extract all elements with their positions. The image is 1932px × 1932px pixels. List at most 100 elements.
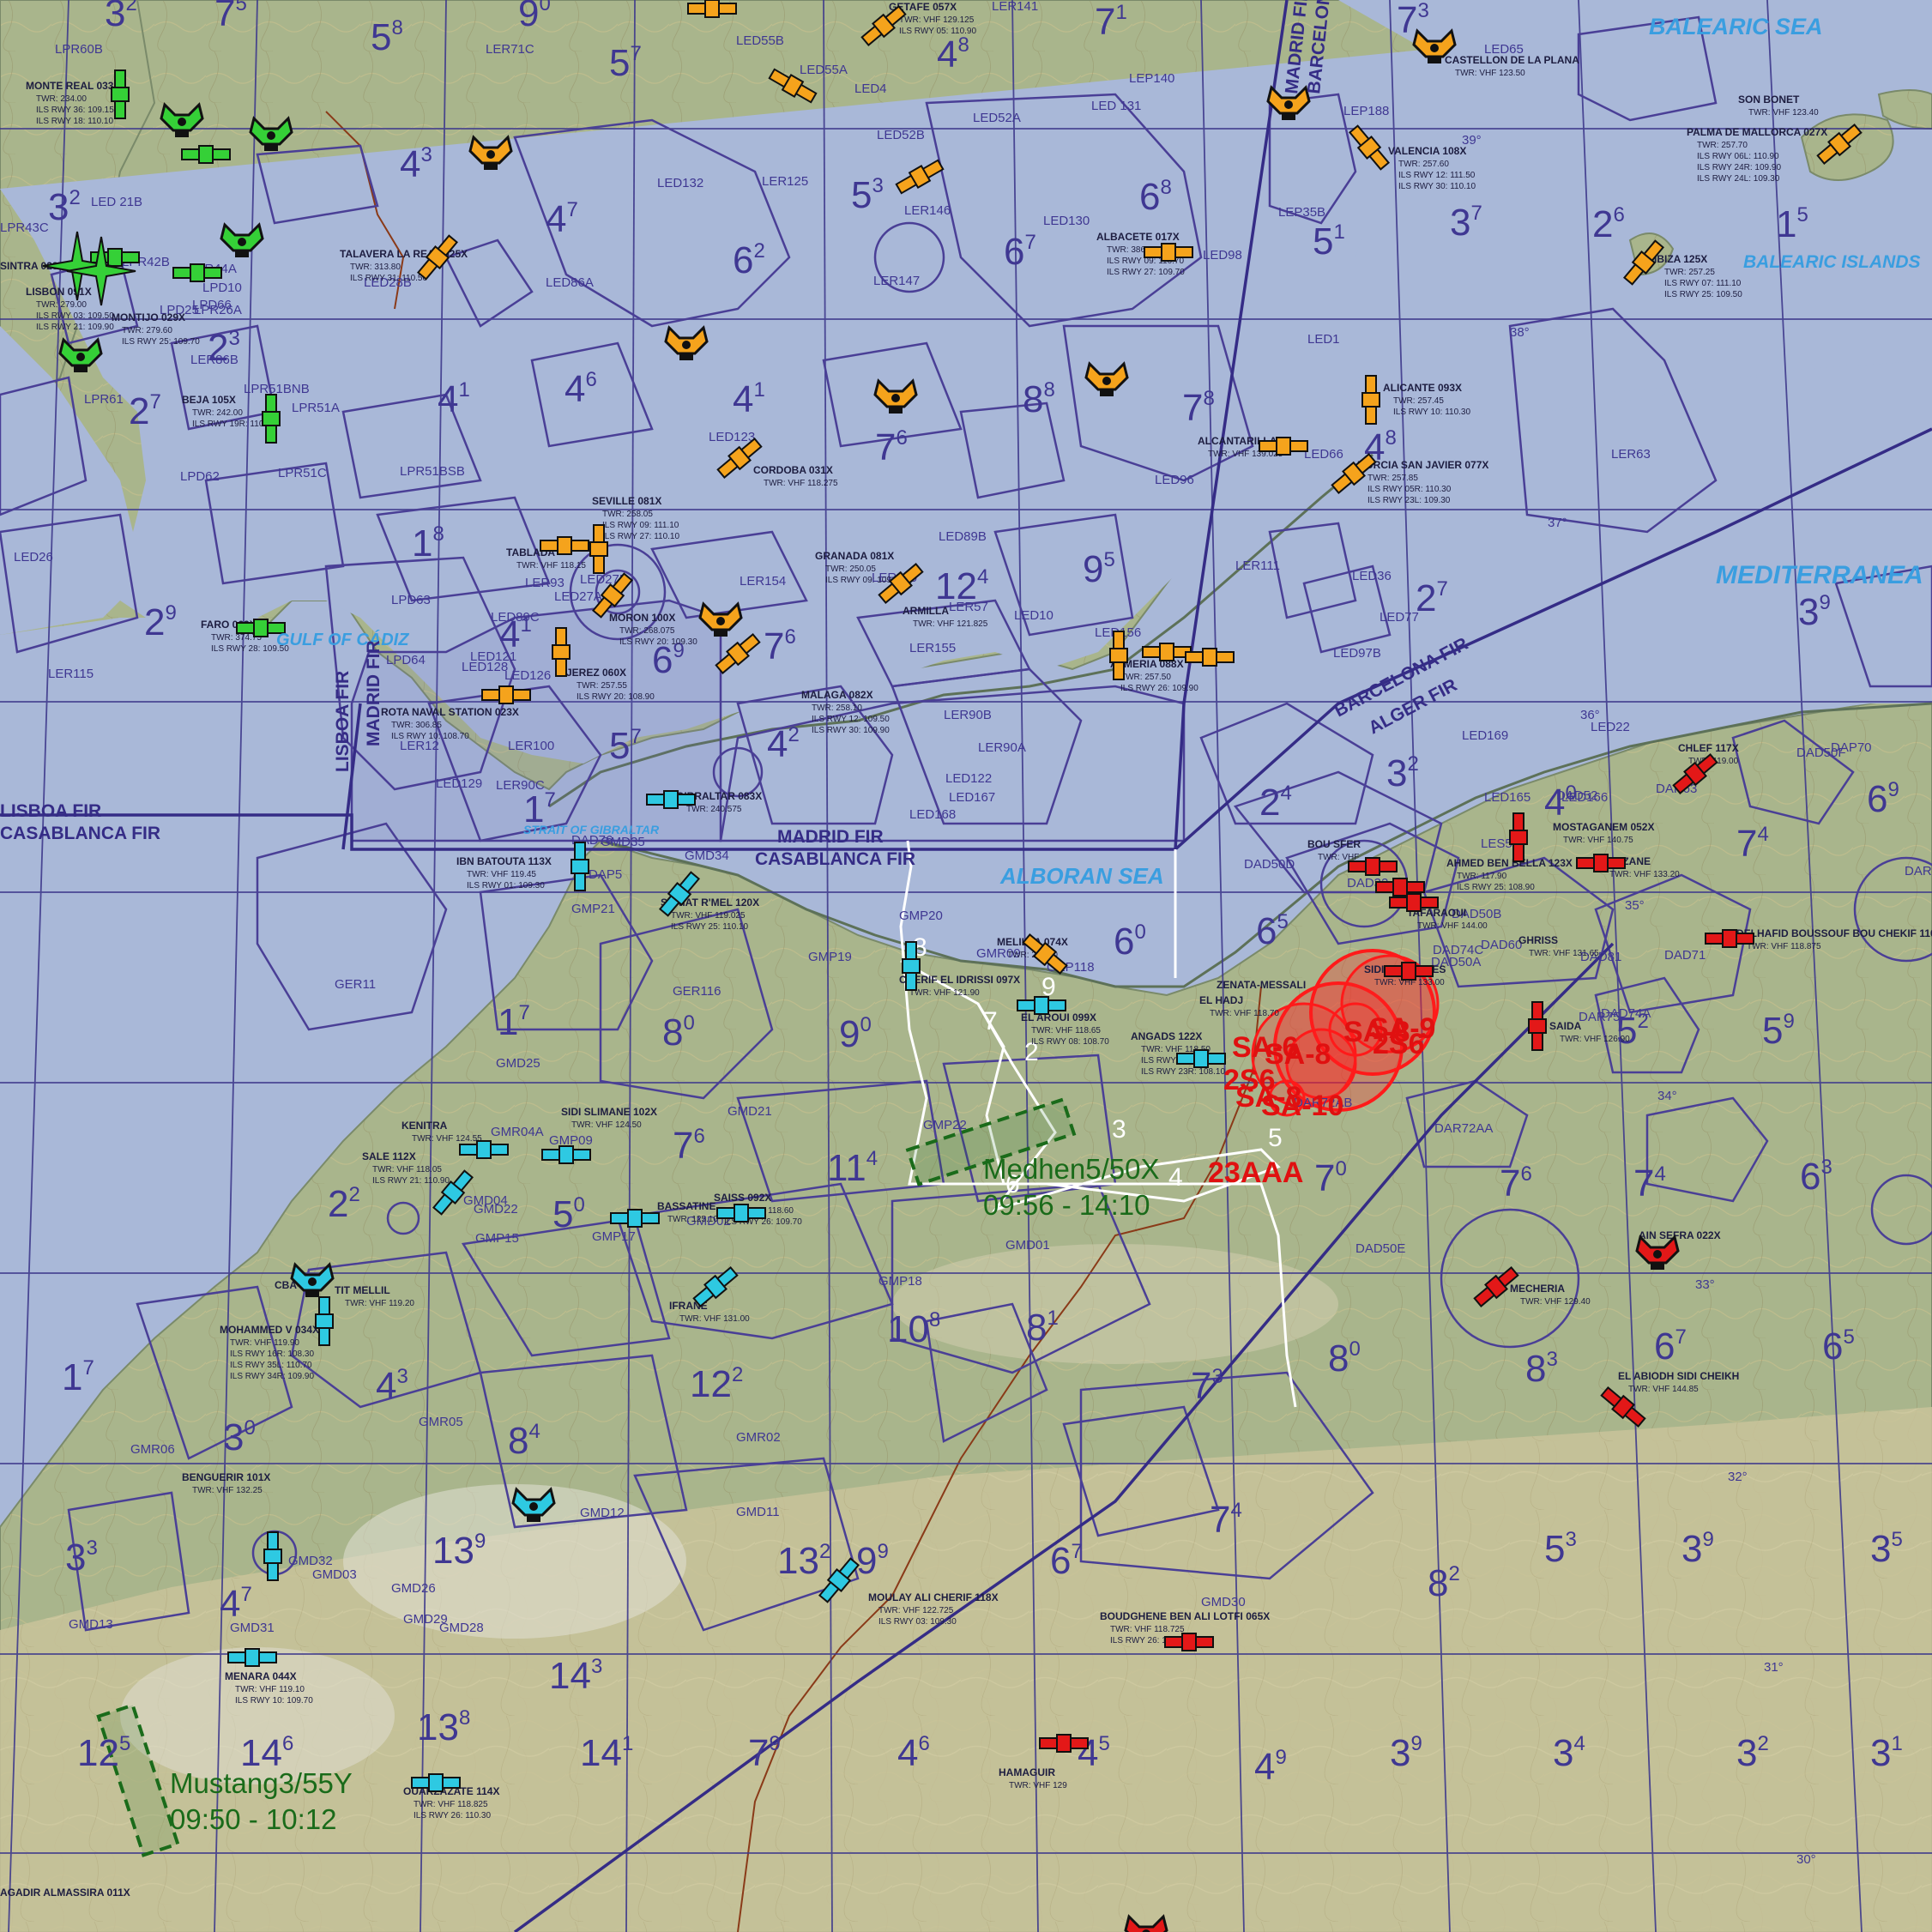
airspace-label: DAD71 (1664, 948, 1706, 963)
airbase-runway-icon[interactable] (1361, 375, 1380, 425)
aerodrome[interactable]: MOHAMMED V 034X TWR: VHF 119.90ILS RWY 16… (220, 1324, 319, 1381)
aerodrome-info: TWR: VHF 118.15 (516, 561, 586, 571)
waypoint-label: 5 (1268, 1124, 1283, 1152)
aerodrome-info: ILS RWY 01: 109.30 (467, 881, 545, 891)
airbase-runway-icon[interactable] (481, 685, 531, 704)
aerodrome-info: TWR: VHF 118.05 (372, 1165, 442, 1174)
package-callsign: Medhen5/50X (983, 1153, 1160, 1185)
aerodrome-name: ANGADS 122X (1131, 1030, 1202, 1042)
aerodrome-info: ILS RWY 18: 110.10 (36, 117, 113, 126)
aerodrome[interactable]: AIN SEFRA 022X (1639, 1229, 1721, 1241)
latitude-label: 38° (1510, 325, 1530, 340)
package-window: 09:56 - 14:10 (983, 1189, 1150, 1221)
airbase-runway-icon[interactable] (315, 1296, 334, 1346)
airbase-runway-icon[interactable] (1348, 857, 1398, 876)
airspace-label: GMD25 (496, 1056, 540, 1071)
aerodrome-name: BASSATINE (657, 1200, 715, 1212)
airbase-runway-icon[interactable] (111, 69, 130, 119)
airbase-runway-icon[interactable] (1705, 929, 1754, 948)
airbase-runway-icon[interactable] (552, 627, 571, 677)
airbase-runway-icon[interactable] (1017, 996, 1066, 1015)
aerodrome-info: TWR: 125.10 (667, 1215, 718, 1224)
aerodrome[interactable]: EL AROUI 099X TWR: VHF 118.65 ILS RWY 08: … (1021, 1011, 1109, 1047)
airspace-label: LPR60B (55, 42, 103, 57)
airbase-runway-icon[interactable] (541, 1145, 591, 1164)
airbase-runway-icon[interactable] (227, 1648, 277, 1667)
airspace-label: GMD01 (1005, 1238, 1050, 1253)
aerodrome-name: JEREZ 060X (566, 667, 626, 679)
package-window: 09:50 - 10:12 (170, 1803, 337, 1835)
aerodrome-info: ILS RWY 26: 110.30 (414, 1811, 491, 1820)
airbase-runway-icon[interactable] (571, 842, 589, 891)
aerodrome-info: ILS RWY 25: 108.90 (1457, 883, 1535, 892)
airspace-label: LPD64 (386, 653, 426, 667)
aerodrome[interactable]: ZENATA-MESSALI (1217, 979, 1306, 991)
aerodrome-info: TWR: VHF 131.65 (1529, 949, 1599, 958)
airbase-runway-icon[interactable] (1164, 1633, 1214, 1651)
airbase-runway-icon[interactable] (1039, 1734, 1089, 1753)
airspace-label: LED4 (854, 82, 887, 96)
aerodrome-info: TWR: 306.85 (391, 721, 442, 730)
aerodrome-name: MONTE REAL 033X (26, 80, 120, 92)
aerodrome-name: ALBACETE 017X (1096, 231, 1180, 243)
aerodrome-info: TWR: VHF 131.00 (679, 1314, 750, 1324)
water-label: GULF OF CÁDIZ (276, 630, 409, 649)
airspace-label: LED86A (546, 275, 594, 290)
aerodrome[interactable]: AGADIR ALMASSIRA 011X (0, 1887, 130, 1899)
aerodrome[interactable]: OUARZAZATE 114XTWR: VHF 118.825ILS RWY 2… (403, 1785, 499, 1820)
airbase-runway-icon[interactable] (263, 1531, 282, 1581)
aerodrome-name: VALENCIA 108X (1388, 145, 1466, 157)
airbase-runway-icon[interactable] (540, 536, 589, 555)
water-label: MEDITERRANEA (1716, 561, 1923, 589)
airspace-label: LER100 (508, 739, 554, 753)
airbase-runway-icon[interactable] (1142, 643, 1192, 661)
airbase-runway-icon[interactable] (459, 1140, 509, 1159)
aerodrome-info: ILS RWY 25: 109.70 (122, 337, 200, 347)
airspace-label: DAR78 (1905, 864, 1932, 878)
airbase-runway-icon[interactable] (589, 524, 608, 574)
airspace-label: DAD50E (1355, 1241, 1405, 1256)
airbase-runway-icon[interactable] (1176, 1049, 1226, 1068)
airbase-runway-icon[interactable] (181, 145, 231, 164)
tactical-map[interactable]: 8 9 7 2 3 4 5 6 32 75 905857 4871 734347 53 68… (0, 0, 1932, 1932)
airbase-runway-icon[interactable] (172, 263, 222, 282)
aerodrome-info: TWR: VHF 121.90 (909, 988, 980, 998)
airbase-runway-icon[interactable] (1259, 437, 1308, 456)
aerodrome-info: TWR: 258.05 (602, 510, 653, 519)
aerodrome-info: TWR: VHF 122.725 (878, 1606, 954, 1615)
aerodrome-info: TWR: VHF 118.875 (1747, 942, 1821, 951)
airbase-runway-icon[interactable] (1144, 243, 1193, 262)
aerodrome-name: ZENATA-MESSALI (1217, 979, 1306, 991)
airbase-runway-icon[interactable] (1185, 648, 1235, 667)
airbase-runway-icon[interactable] (902, 941, 921, 991)
airbase-runway-icon[interactable] (262, 394, 281, 444)
airbase-runway-icon[interactable] (1389, 893, 1439, 912)
aerodrome-info: ILS RWY 26: 109.90 (1120, 684, 1198, 693)
airbase-runway-icon[interactable] (1528, 1001, 1547, 1051)
aerodrome-info: ILS RWY 08: 108.70 (1031, 1037, 1109, 1047)
aerodrome-info: TWR: 242.00 (192, 408, 243, 418)
airspace-label: LED 21B (91, 195, 142, 209)
airbase-runway-icon[interactable] (1576, 854, 1626, 872)
airbase-runway-icon[interactable] (610, 1209, 660, 1228)
aerodrome-name: CHERIF EL IDRISSI 097X (899, 974, 1020, 986)
latitude-label: 39° (1462, 133, 1482, 148)
airspace-label: DAP5 (589, 867, 622, 882)
airbase-runway-icon[interactable] (716, 1204, 766, 1223)
aerodrome-name: GHRISS (1518, 934, 1558, 946)
aerodrome-info: TWR: 257.60 (1398, 160, 1449, 169)
aerodrome-info: TWR: VHF 129.125 (899, 15, 975, 25)
airbase-runway-icon[interactable] (646, 790, 696, 809)
aerodrome-name: BENGUERIR 101X (182, 1471, 270, 1483)
airspace-label: GMR02 (736, 1430, 781, 1445)
airspace-label: GMD21 (728, 1104, 772, 1119)
aerodrome-name: CORDOBA 031X (753, 464, 833, 476)
airbase-runway-icon[interactable] (1384, 962, 1434, 981)
airbase-runway-icon[interactable] (1109, 631, 1128, 680)
airspace-label: LER111 (1235, 558, 1280, 573)
aerodrome-name: TIT MELLIL (335, 1284, 390, 1296)
aerodrome-info: TWR: 117.90 (1457, 872, 1507, 881)
airbase-runway-icon[interactable] (1509, 812, 1528, 862)
airbase-runway-icon[interactable] (411, 1773, 461, 1792)
airbase-runway-icon[interactable] (687, 0, 737, 18)
